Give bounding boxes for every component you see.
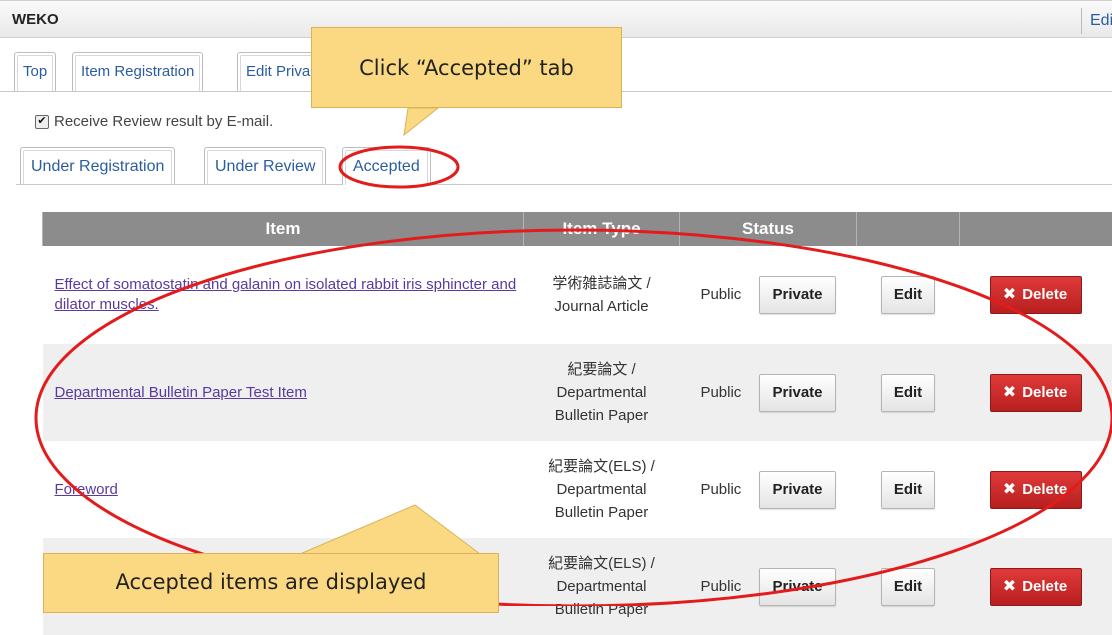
edit-button[interactable]: Edit [881,374,935,412]
table-header-row: Item Item Type Status [43,212,1112,246]
item-type: 紀要論文 / Departmental Bulletin Paper [524,344,680,441]
status-text: Public [700,578,741,595]
delete-button[interactable]: ✖Delete [990,276,1082,314]
delete-button[interactable]: ✖Delete [990,568,1082,606]
status-text: Public [700,384,741,401]
item-title-link[interactable]: Foreword [55,481,118,498]
close-icon: ✖ [1003,384,1016,401]
column-header-edit [857,212,960,246]
column-header-item: Item [43,212,524,246]
tab-accepted[interactable]: Accepted [342,147,431,185]
status-text: Public [700,286,741,303]
item-status: Public Private [680,344,857,441]
tab-under-registration[interactable]: Under Registration [20,147,175,184]
table-row: Effect of somatostatin and galanin on is… [43,246,1112,344]
item-type: 紀要論文(ELS) / Departmental Bulletin Paper [524,538,680,635]
review-status-tabs: Under Registration Under Review Accepted [0,147,1112,187]
private-button[interactable]: Private [759,276,835,314]
table-row: Foreword 紀要論文(ELS) / Departmental Bullet… [43,441,1112,538]
review-email-label: Receive Review result by E-mail. [54,113,273,130]
delete-button[interactable]: ✖Delete [990,471,1082,509]
item-status: Public Private [680,441,857,538]
item-title-link[interactable]: Departmental Bulletin Paper Test Item [55,384,307,401]
item-status: Public Private [680,538,857,635]
column-header-item-type: Item Type [524,212,680,246]
status-text: Public [700,481,741,498]
edit-link[interactable]: Edit [1081,8,1112,34]
edit-button[interactable]: Edit [881,276,935,314]
column-header-status: Status [680,212,857,246]
close-icon: ✖ [1003,286,1016,303]
tab-under-review[interactable]: Under Review [204,147,326,184]
bottom-callout: Accepted items are displayed [43,553,499,613]
app-name: WEKO [12,11,59,28]
top-callout-pointer [404,108,438,135]
top-callout: Click “Accepted” tab [311,27,622,108]
private-button[interactable]: Private [759,568,835,606]
edit-button[interactable]: Edit [881,568,935,606]
private-button[interactable]: Private [759,374,835,412]
item-status: Public Private [680,246,857,344]
item-title-link[interactable]: Effect of somatostatin and galanin on is… [55,276,517,313]
close-icon: ✖ [1003,578,1016,595]
tab-item-registration[interactable]: Item Registration [72,52,203,91]
edit-button[interactable]: Edit [881,471,935,509]
column-header-delete [960,212,1112,246]
review-email-option: ✔ Receive Review result by E-mail. [35,113,273,130]
item-type: 紀要論文(ELS) / Departmental Bulletin Paper [524,441,680,538]
tab-top[interactable]: Top [14,52,56,91]
delete-button[interactable]: ✖Delete [990,374,1082,412]
item-type: 学術雑誌論文 / Journal Article [524,246,680,344]
review-email-checkbox[interactable]: ✔ [35,115,49,129]
private-button[interactable]: Private [759,471,835,509]
table-row: Departmental Bulletin Paper Test Item 紀要… [43,344,1112,441]
close-icon: ✖ [1003,481,1016,498]
